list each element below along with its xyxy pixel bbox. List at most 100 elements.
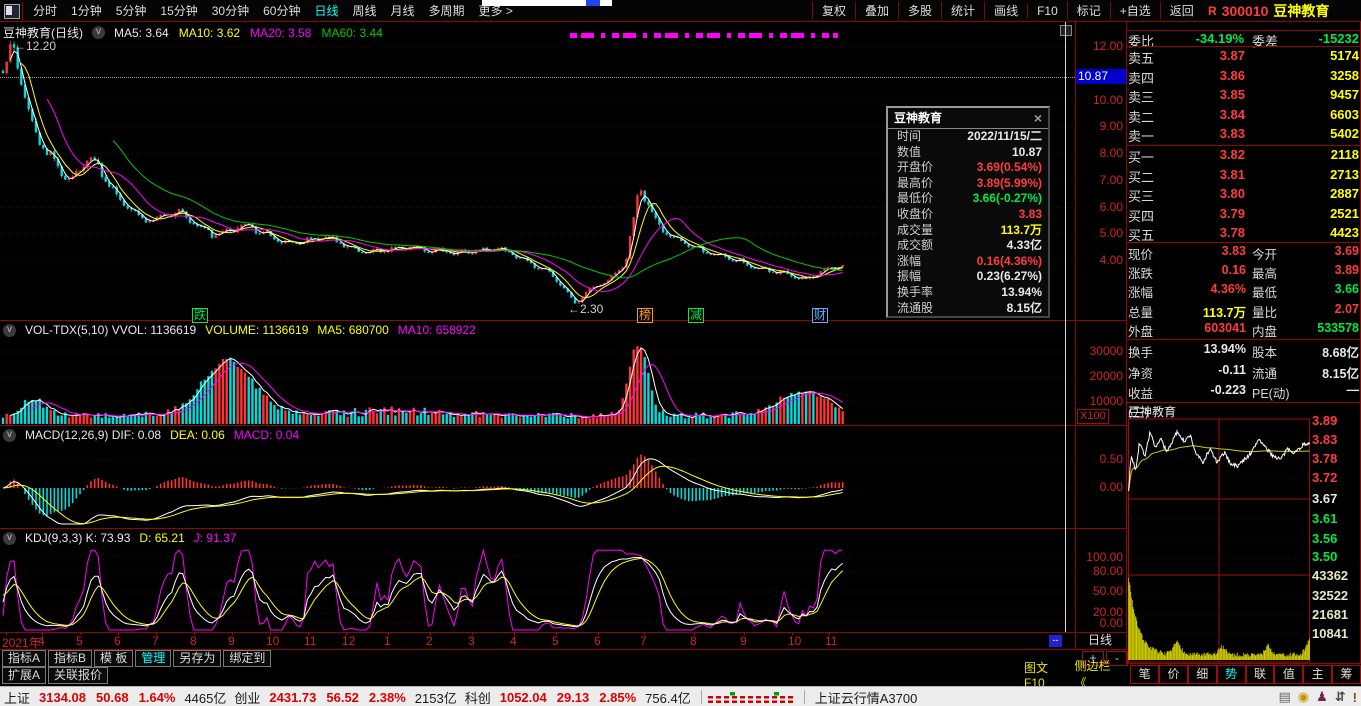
action-返回[interactable]: 返回: [1160, 2, 1203, 19]
tooltip-row-label: 涨幅: [897, 254, 921, 270]
side-tab-联[interactable]: 联: [1246, 665, 1275, 684]
bid-row-label: 买三: [1128, 186, 1170, 205]
kline-info-tooltip[interactable]: 豆神教育 × 时间2022/11/15/二数值10.87开盘价3.69(0.54…: [886, 106, 1050, 318]
tooltip-row-label: 最低价: [897, 191, 933, 207]
ask-row[interactable]: 卖二3.846603: [1128, 107, 1359, 126]
ask-row-volume: 5174: [1245, 48, 1359, 67]
ask-row[interactable]: 卖四3.863258: [1128, 68, 1359, 87]
tab-绑定到[interactable]: 绑定到: [223, 650, 271, 667]
menu-item-15分钟[interactable]: 15分钟: [153, 2, 204, 19]
status-icons: ▤ ◉ ♟ ⇵!: [1278, 687, 1357, 706]
info-label: 今开: [1252, 244, 1300, 263]
side-tab-势[interactable]: 势: [1217, 665, 1246, 684]
collapse-chevron-icon[interactable]: v: [3, 532, 16, 545]
ask-row[interactable]: 卖三3.859457: [1128, 87, 1359, 106]
side-tab-价[interactable]: 价: [1159, 665, 1188, 684]
info-value: 13.94%: [1172, 342, 1246, 361]
indicator-label: MA5: 680700: [317, 323, 388, 337]
tooltip-row-label: 换手率: [897, 285, 933, 301]
action-画线[interactable]: 画线: [984, 2, 1027, 19]
action-复权[interactable]: 复权: [812, 2, 855, 19]
panel-maximize-icon[interactable]: [1060, 25, 1072, 36]
event-badge-财[interactable]: 财: [812, 308, 828, 323]
window-icon[interactable]: [4, 4, 20, 19]
bid-row[interactable]: 买二3.812713: [1128, 167, 1359, 186]
border-hline: [1126, 663, 1361, 664]
tooltip-row: 开盘价3.69(0.54%): [888, 160, 1048, 176]
menu-item-月线[interactable]: 月线: [384, 2, 422, 19]
price-axis-tick: 10.00: [1077, 93, 1123, 107]
menu-item-多周期[interactable]: 多周期: [422, 2, 472, 19]
kdj-axis-tick: 80.00: [1077, 564, 1123, 578]
tab-关联报价[interactable]: 关联报价: [48, 667, 108, 684]
side-tab-笔[interactable]: 笔: [1130, 665, 1159, 684]
main-chart-header: 豆神教育(日线) v MA5: 3.64MA10: 3.62MA20: 3.58…: [3, 24, 383, 41]
ask-row-volume: 9457: [1245, 87, 1359, 106]
menu-item-30分钟[interactable]: 30分钟: [205, 2, 256, 19]
action-+自选[interactable]: +自选: [1110, 2, 1160, 19]
price-axis-tick: 6.00: [1077, 200, 1123, 214]
tab-管理[interactable]: 管理: [135, 650, 171, 667]
action-F10[interactable]: F10: [1027, 4, 1067, 18]
action-多股[interactable]: 多股: [898, 2, 941, 19]
stock-code: 300010: [1222, 3, 1269, 19]
bid-row[interactable]: 买四3.792521: [1128, 206, 1359, 225]
action-叠加[interactable]: 叠加: [855, 2, 898, 19]
border-hline: [1126, 30, 1361, 31]
scroll-more-indicator[interactable]: --: [1049, 635, 1062, 647]
tooltip-row: 流通股8.15亿: [888, 301, 1048, 317]
menu-item-5分钟[interactable]: 5分钟: [109, 2, 154, 19]
glass-icon[interactable]: ♟: [1316, 689, 1328, 705]
volume-unit-label: X100: [1077, 409, 1109, 424]
info-row: 现价3.83今开3.69: [1128, 244, 1359, 263]
close-icon[interactable]: ×: [1034, 108, 1042, 128]
event-badge-减[interactable]: 减: [688, 308, 704, 323]
doc-icon[interactable]: ▤: [1278, 689, 1290, 705]
info-value: 3.69: [1300, 244, 1359, 263]
tab-模 板[interactable]: 模 板: [94, 650, 133, 667]
bid-row[interactable]: 买三3.802887: [1128, 186, 1359, 205]
coin-icon[interactable]: ◉: [1298, 689, 1309, 705]
indicator-label: DEA: 0.06: [170, 428, 225, 442]
tab-指标A[interactable]: 指标A: [2, 650, 46, 667]
side-tab-细[interactable]: 细: [1188, 665, 1217, 684]
tooltip-row: 换手率13.94%: [888, 285, 1048, 301]
side-tab-主[interactable]: 主: [1303, 665, 1332, 684]
menu-item-日线[interactable]: 日线: [307, 2, 345, 19]
tab-扩展A[interactable]: 扩展A: [2, 667, 46, 684]
collapse-chevron-icon[interactable]: v: [92, 26, 105, 39]
menu-item-1分钟[interactable]: 1分钟: [64, 2, 109, 19]
event-badge-跌[interactable]: 跌: [192, 308, 208, 323]
ask-row[interactable]: 卖一3.835402: [1128, 126, 1359, 145]
status-divider: [804, 690, 805, 704]
tab-另存为[interactable]: 另存为: [173, 650, 221, 667]
event-badge-榜[interactable]: 榜: [637, 308, 653, 323]
ask-row[interactable]: 卖五3.875174: [1128, 48, 1359, 67]
side-tab-筹[interactable]: 筹: [1332, 665, 1361, 684]
tooltip-row-value: 3.66(-0.27%): [973, 191, 1042, 207]
tooltip-row-label: 振幅: [897, 269, 921, 285]
info-row: 净资-0.11流通8.15亿: [1128, 363, 1359, 382]
tab-指标B[interactable]: 指标B: [48, 650, 92, 667]
collapse-chevron-icon[interactable]: v: [3, 324, 16, 337]
bid-row-label: 买二: [1128, 167, 1170, 186]
mini-price-tick: 3.50: [1312, 549, 1359, 564]
toolbar-divider: [22, 2, 23, 20]
indicator-label: VOLUME: 1136619: [205, 323, 308, 337]
action-标记[interactable]: 标记: [1067, 2, 1110, 19]
bid-row[interactable]: 买一3.822118: [1128, 147, 1359, 166]
side-tab-值[interactable]: 值: [1274, 665, 1303, 684]
action-统计[interactable]: 统计: [941, 2, 984, 19]
alert-icon[interactable]: !: [1353, 690, 1357, 705]
date-label: 3: [468, 634, 475, 648]
tooltip-row-value: 3.83: [1019, 207, 1042, 223]
menu-item-分时[interactable]: 分时: [26, 2, 64, 19]
menu-item-60分钟[interactable]: 60分钟: [256, 2, 307, 19]
collapse-chevron-icon[interactable]: v: [3, 429, 16, 442]
crosshair-horizontal: [0, 77, 1075, 78]
ma-label: MA60: 3.44: [321, 26, 382, 40]
graphic-f10-link[interactable]: 图文F10: [1024, 659, 1068, 690]
intraday-mini-chart[interactable]: [1128, 418, 1310, 663]
sort-icon[interactable]: ⇵: [1335, 689, 1346, 705]
menu-item-周线[interactable]: 周线: [345, 2, 383, 19]
